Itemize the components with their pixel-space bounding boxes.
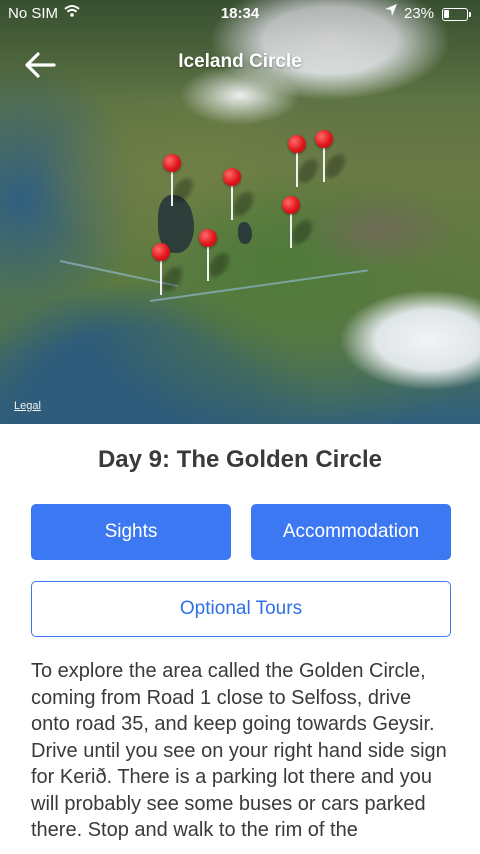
accommodation-button[interactable]: Accommodation [251,504,451,560]
map-pin[interactable] [162,154,197,214]
map-pin[interactable] [281,196,316,256]
battery-icon [442,8,471,21]
status-bar: No SIM 18:34 23% [0,0,480,28]
map-pin[interactable] [198,229,233,289]
river [149,269,368,302]
optional-tours-button[interactable]: Optional Tours [31,581,451,637]
map-pin[interactable] [151,243,186,303]
day-description: To explore the area called the Golden Ci… [31,660,447,841]
map-legal-link[interactable]: Legal [14,400,41,412]
map-pin[interactable] [314,130,349,190]
map-pin[interactable] [287,135,322,195]
battery-percent: 23% [404,5,435,22]
page-title: Iceland Circle [178,51,302,72]
map-pin[interactable] [222,168,257,228]
day-title: Day 9: The Golden Circle [97,446,383,473]
location-arrow-icon [384,3,398,21]
sights-button[interactable]: Sights [31,504,231,560]
